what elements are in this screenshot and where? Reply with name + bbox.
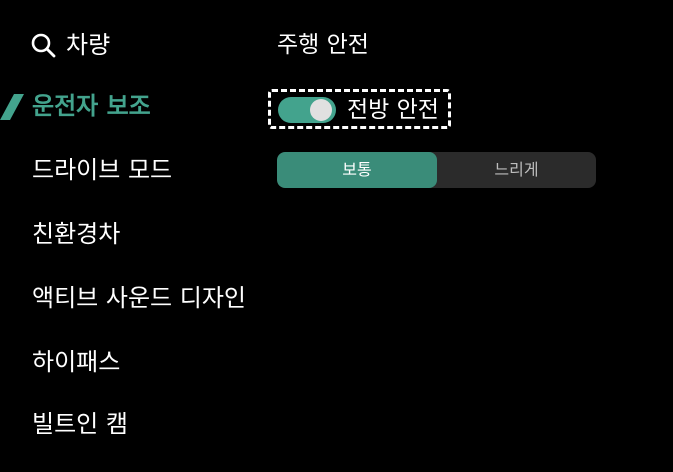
search-button[interactable]: 차량 — [30, 26, 110, 64]
sidebar-item-driver-assist[interactable]: 운전자 보조 — [32, 86, 151, 126]
search-icon — [30, 32, 56, 58]
section-title: 주행 안전 — [277, 32, 369, 58]
segment-slow[interactable]: 느리게 — [437, 152, 596, 188]
search-label: 차량 — [66, 31, 111, 59]
forward-safety-label: 전방 안전 — [347, 97, 439, 123]
sensitivity-segmented-control: 보통 느리게 — [277, 152, 596, 188]
active-indicator-icon — [0, 92, 26, 122]
sidebar-item-active-sound-design[interactable]: 액티브 사운드 디자인 — [32, 278, 246, 318]
sidebar-item-hipass[interactable]: 하이패스 — [32, 342, 120, 382]
sidebar-item-eco-vehicle[interactable]: 친환경차 — [32, 214, 120, 254]
segment-normal[interactable]: 보통 — [277, 152, 437, 188]
sidebar-item-drive-mode[interactable]: 드라이브 모드 — [32, 150, 172, 190]
forward-safety-toggle[interactable] — [278, 97, 336, 123]
toggle-knob — [310, 99, 332, 121]
sidebar: 차량 운전자 보조 드라이브 모드 친환경차 액티브 사운드 디자인 하이패스 … — [0, 0, 260, 472]
sidebar-item-builtin-cam[interactable]: 빌트인 캠 — [32, 404, 128, 444]
